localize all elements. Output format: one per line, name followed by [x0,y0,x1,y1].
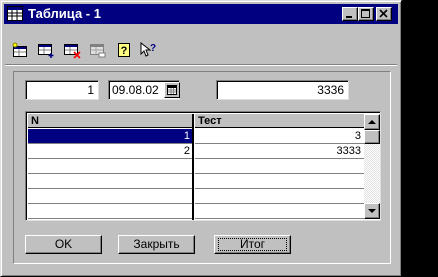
minimize-icon [346,16,352,18]
close-dialog-button[interactable]: Закрыть [118,235,195,254]
svg-text:?: ? [121,45,128,57]
grid-edit-icon [90,44,106,58]
table-cell-n[interactable]: 2 [28,144,193,159]
close-button[interactable] [376,7,392,21]
context-help-button[interactable]: ? [139,41,157,59]
table-cell-n[interactable] [28,204,193,219]
table-cell-test[interactable] [195,174,364,189]
maximize-icon [361,9,370,18]
document-window: Таблица - 1 ? ? 1 09.08.02 3336 N Тест 1… [0,0,402,277]
delete-row-button[interactable] [63,41,81,59]
date-value: 09.08.02 [112,83,159,97]
calendar-icon [167,85,177,95]
edit-row-button[interactable] [89,41,107,59]
grid-add-icon [38,44,54,58]
table-cell-test[interactable] [195,204,364,219]
pointer-help-icon: ? [140,41,156,57]
close-button-label: Закрыть [133,237,180,251]
window-title: Таблица - 1 [28,6,101,21]
svg-text:?: ? [150,43,156,54]
scroll-thumb[interactable] [364,130,380,144]
scroll-down-button[interactable] [364,203,380,219]
ok-button-label: OK [54,237,73,251]
total-button[interactable]: Итог [214,235,291,254]
close-icon [379,9,388,18]
data-grid[interactable]: N Тест 1 3 2 3333 [25,111,381,221]
new-record-button[interactable] [11,41,29,59]
table-cell-n[interactable] [28,174,193,189]
column-divider[interactable] [192,114,194,220]
column-header-n[interactable]: N [28,114,193,128]
new-table-icon [12,42,27,57]
focus-ring [218,238,287,251]
ok-button[interactable]: OK [25,235,102,254]
column-header-test[interactable]: Тест [195,114,364,128]
toolbar-separator [5,64,397,66]
total-field: 3336 [216,80,349,100]
help-icon: ? [118,43,130,57]
help-button[interactable]: ? [115,41,133,59]
table-cell-test[interactable] [195,189,364,204]
minimize-button[interactable] [342,7,358,21]
table-cell-test[interactable] [195,159,364,174]
table-window-icon [7,6,23,21]
grid-delete-icon [64,44,81,59]
scroll-up-button[interactable] [364,114,380,130]
vertical-scrollbar[interactable] [364,114,380,219]
add-row-button[interactable] [37,41,55,59]
table-cell-n[interactable] [28,189,193,204]
arrow-down-icon [368,209,376,213]
arrow-up-icon [368,120,376,124]
title-bar[interactable]: Таблица - 1 [4,4,398,24]
maximize-button[interactable] [358,7,374,21]
table-cell-test[interactable]: 3 [195,129,364,144]
table-cell-n[interactable]: 1 [28,129,193,144]
table-cell-test[interactable]: 3333 [195,144,364,159]
table-cell-n[interactable] [28,159,193,174]
calendar-button[interactable] [164,82,180,98]
number-field[interactable]: 1 [25,80,99,100]
